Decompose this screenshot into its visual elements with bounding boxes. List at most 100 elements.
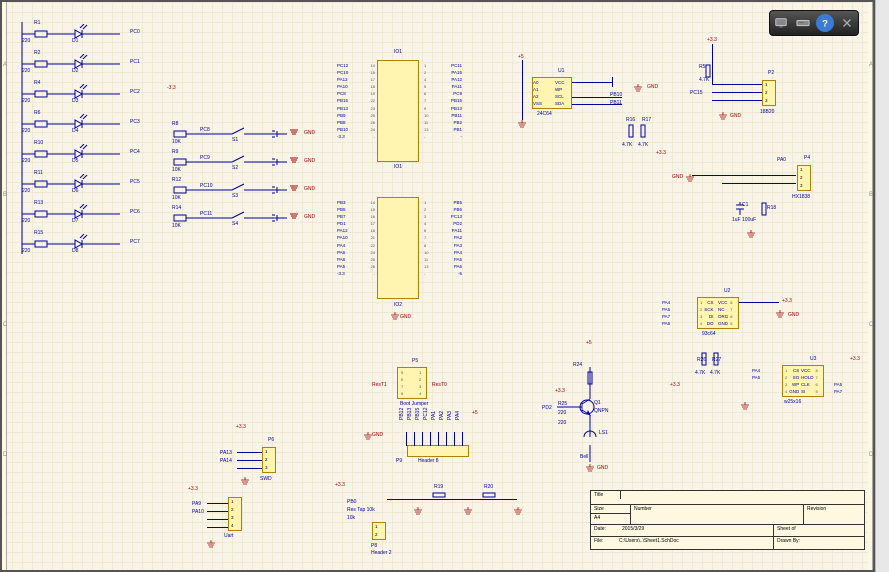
close-icon[interactable] bbox=[838, 14, 856, 32]
swd-n1: PA14 bbox=[220, 458, 232, 464]
r20: R20 bbox=[484, 484, 493, 490]
r17-val: 4.7K bbox=[638, 142, 648, 148]
r26-ref: R26 bbox=[697, 357, 706, 363]
r27-val: 4.7K bbox=[710, 370, 720, 376]
r16-val: 4.7K bbox=[622, 142, 632, 148]
r25-ref: R25 bbox=[558, 401, 567, 407]
button-row: R12 10K PC10 S3 GND bbox=[172, 180, 337, 200]
u3-type: w25x16 bbox=[784, 399, 801, 405]
u1-net1: PB11 bbox=[610, 100, 622, 106]
led-row: R2 220 D2 PC1 bbox=[20, 54, 150, 78]
p8-pwr: +3.3 bbox=[335, 482, 345, 488]
buz-pwr: +5 bbox=[586, 340, 592, 346]
gnd-icon bbox=[516, 120, 528, 128]
tb-date-l: Date: bbox=[591, 525, 619, 536]
r16-ref: R16 bbox=[626, 117, 635, 123]
uart-pwr: +3.3 bbox=[188, 486, 198, 492]
tb-sheet: Sheet of bbox=[774, 525, 864, 536]
gnd-icon bbox=[239, 477, 251, 485]
io2-ref: IO2 bbox=[394, 302, 402, 308]
p9-gnd: GND bbox=[372, 432, 383, 438]
schematic-canvas[interactable]: ABCD ABCD R1 220 D1 PC0 R2 bbox=[0, 0, 875, 572]
io2-gnd: GND bbox=[400, 314, 411, 320]
p8-res-v: 10k bbox=[347, 515, 355, 521]
tb-drawn: Drawn By: bbox=[774, 537, 864, 549]
p4-ref: P4 bbox=[804, 155, 810, 161]
swd-label: SWD bbox=[260, 476, 272, 482]
r28-val: 220 bbox=[558, 420, 566, 426]
r18-ref: R18 bbox=[767, 205, 776, 211]
p2-ref: P2 bbox=[768, 70, 774, 76]
io1-body bbox=[377, 60, 419, 162]
monitor-icon[interactable] bbox=[772, 14, 790, 32]
gnd-icon bbox=[205, 540, 217, 548]
p4-gnd: GND bbox=[672, 174, 683, 180]
u1-net0: PB10 bbox=[610, 92, 622, 98]
p2-net: PC15 bbox=[690, 90, 703, 96]
p4-net: PA0 bbox=[777, 157, 786, 163]
io1-ref: IO1 bbox=[394, 164, 402, 170]
gnd-icon bbox=[584, 464, 596, 472]
tb-file-l: File: bbox=[591, 537, 616, 549]
swd-ref: P6 bbox=[268, 437, 274, 443]
button-row: R14 10K PC11 S4 GND bbox=[172, 208, 337, 228]
p9-body bbox=[407, 445, 469, 457]
tb-rev-l: Revision bbox=[804, 505, 864, 524]
r27-ref: R27 bbox=[712, 357, 721, 363]
led-row: R15 220 D8 PC7 bbox=[20, 234, 150, 258]
buz-gnd: GND bbox=[597, 465, 608, 471]
tb-size: A4 bbox=[591, 514, 630, 522]
tb-date: 2015/3/29 bbox=[619, 525, 774, 536]
r26-val: 4.7K bbox=[695, 370, 705, 376]
p5-left-net: ResT1 bbox=[372, 382, 387, 388]
r17-ref: R17 bbox=[642, 117, 651, 123]
p9-type: Header 8 bbox=[418, 458, 439, 464]
p5-ref: P5 bbox=[412, 358, 418, 364]
io2-body bbox=[377, 197, 419, 299]
vertical-scrollbar[interactable] bbox=[875, 0, 889, 572]
r25-val: 220 bbox=[558, 410, 566, 416]
c1-val: 1uF 100uF bbox=[732, 217, 756, 223]
keyboard-icon[interactable] bbox=[794, 14, 812, 32]
svg-text:?: ? bbox=[822, 19, 828, 30]
ls1-type: Bell bbox=[580, 454, 588, 460]
u1-type: 24C64 bbox=[537, 111, 552, 117]
u2-pwr: +3.3 bbox=[782, 298, 792, 304]
p8-net: PB0 bbox=[347, 499, 356, 505]
u2-gnd: GND bbox=[788, 312, 799, 318]
p8-res: Res Tap 10k bbox=[347, 507, 375, 513]
p9-ref: P9 bbox=[396, 458, 402, 464]
gnd-icon bbox=[632, 84, 644, 92]
u3-ref: U3 bbox=[810, 356, 816, 362]
p4-type: HX1838 bbox=[792, 194, 810, 200]
u2-ref: U2 bbox=[724, 288, 730, 294]
led-row: R6 220 D4 PC3 bbox=[20, 114, 150, 138]
u2-type: 93c64 bbox=[702, 331, 716, 337]
p5-right-net: ResT0 bbox=[432, 382, 447, 388]
tb-size-l: Size bbox=[591, 505, 630, 514]
p2-r-ref: R5 bbox=[699, 64, 705, 70]
gnd-icon bbox=[412, 507, 424, 515]
swd-pwr: +3.3 bbox=[236, 424, 246, 430]
r19: R19 bbox=[434, 484, 443, 490]
u1-pwr: +5 bbox=[518, 54, 524, 60]
r24-ref: R24 bbox=[573, 362, 582, 368]
gnd-icon bbox=[739, 402, 751, 410]
led-row: R11 220 D6 PC5 bbox=[20, 174, 150, 198]
gnd-icon bbox=[774, 310, 786, 318]
p2-pwr: +3.3 bbox=[707, 37, 717, 43]
title-block: Title Size A4 Number Revision Date: 2015… bbox=[590, 490, 865, 550]
floating-toolbar[interactable]: ? bbox=[769, 10, 859, 36]
ls1-ref: LS1 bbox=[599, 430, 608, 436]
tb-number-l: Number bbox=[631, 505, 804, 524]
u1-ref: U1 bbox=[558, 68, 564, 74]
io1-ref-top: IO1 bbox=[394, 49, 402, 55]
buz-pwr2: +3.3 bbox=[555, 388, 565, 394]
help-icon[interactable]: ? bbox=[816, 14, 834, 32]
swd-n0: PA13 bbox=[220, 450, 232, 456]
tb-file: C:\Users\..\Sheet1.SchDoc bbox=[616, 537, 774, 549]
button-row: R9 10K PC9 S2 GND bbox=[172, 152, 337, 172]
gnd-icon bbox=[717, 112, 729, 120]
p2-gnd: GND bbox=[730, 113, 741, 119]
uart-n1: PA10 bbox=[192, 509, 204, 515]
